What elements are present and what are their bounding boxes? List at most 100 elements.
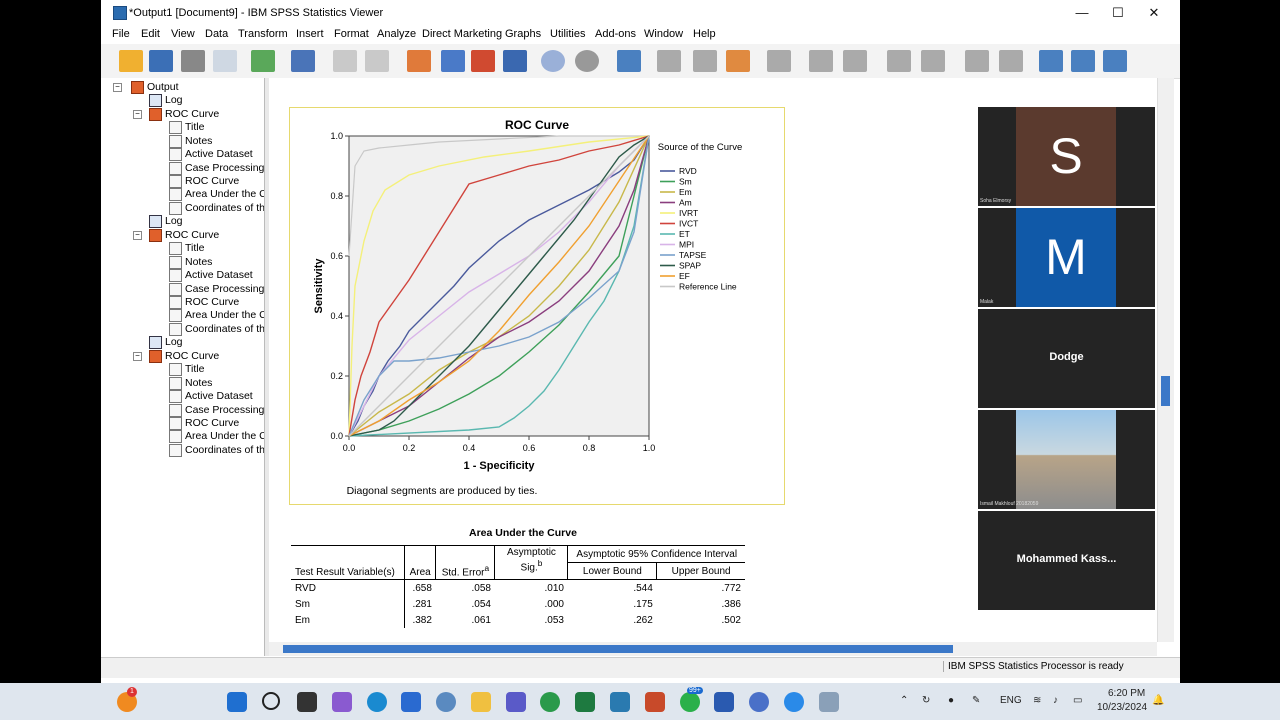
whatsapp-icon[interactable] [680,692,700,712]
print-icon[interactable] [181,50,205,72]
clock-date[interactable]: 10/23/2024 [1097,702,1147,713]
promote-icon[interactable] [809,50,833,72]
menu-transform[interactable]: Transform [238,28,288,40]
scroll-thumb[interactable] [283,645,953,653]
battery-icon[interactable]: ▭ [1073,695,1082,706]
collapse-toggle[interactable]: − [113,83,122,92]
variables-icon[interactable] [471,50,495,72]
menu-insert[interactable]: Insert [296,28,324,40]
menu-format[interactable]: Format [334,28,369,40]
start-icon[interactable] [227,692,247,712]
legend-label: Am [679,198,692,208]
redo-icon[interactable] [365,50,389,72]
hide-icon[interactable] [693,50,717,72]
photos-icon[interactable] [819,692,839,712]
task-view-icon[interactable] [297,692,317,712]
menu-analyze[interactable]: Analyze [377,28,416,40]
participant-tile[interactable]: Dodge [978,309,1155,408]
open-icon[interactable] [119,50,143,72]
col-header-lower-bound: Lower Bound [567,562,658,580]
x-tick-label: 0.0 [343,443,356,453]
demote-icon[interactable] [843,50,867,72]
search-icon[interactable] [262,692,280,710]
participant-tile[interactable]: S Soha Elmorsy [978,107,1155,206]
collapse-toggle[interactable]: − [133,110,142,119]
copilot-icon[interactable] [332,692,352,712]
teams-icon[interactable] [506,692,526,712]
legend-label: Sm [679,177,692,187]
notifications-icon[interactable]: 🔔 [1152,695,1164,706]
expand-icon[interactable] [887,50,911,72]
file-explorer-icon[interactable] [471,692,491,712]
insert-text-icon[interactable] [1071,50,1095,72]
export-icon[interactable] [251,50,275,72]
volume-icon[interactable]: ♪ [1053,695,1058,706]
table-row: Em .382 .061 .053 .262 .502 [291,612,745,628]
recall-dialog-icon[interactable] [291,50,315,72]
goto-case-icon[interactable] [441,50,465,72]
word-icon[interactable] [714,692,734,712]
powerpoint-icon[interactable] [645,692,665,712]
chrome-icon[interactable] [540,692,560,712]
x-tick-label: 0.2 [403,443,416,453]
menu-help[interactable]: Help [693,28,716,40]
script-icon[interactable] [726,50,750,72]
menu-direct-marketing[interactable]: Direct Marketing [422,28,502,40]
menu-file[interactable]: File [112,28,130,40]
network-app-icon[interactable] [610,692,630,712]
clock-time[interactable]: 6:20 PM [1108,688,1145,699]
value-labels-icon[interactable] [575,50,599,72]
excel-icon[interactable] [575,692,595,712]
menu-window[interactable]: Window [644,28,683,40]
outline-tree[interactable]: − Output Log − ROC Curve Title Notes Act… [101,78,265,656]
collapse-toggle[interactable]: − [133,231,142,240]
wifi-icon[interactable]: ≋ [1033,695,1041,706]
participant-tile[interactable]: Mohammed Kass... [978,511,1155,610]
close-button[interactable]: ✕ [1136,0,1172,26]
collapse-toggle[interactable]: − [133,352,142,361]
table-icon [169,148,182,161]
sync-icon[interactable]: ↻ [922,695,930,706]
menu-view[interactable]: View [171,28,195,40]
save-icon[interactable] [149,50,173,72]
goto-data-icon[interactable] [407,50,431,72]
language-indicator[interactable]: ENG [1000,695,1022,706]
horizontal-scrollbar[interactable] [269,642,1157,656]
output-book-icon [131,81,144,94]
hide-items-icon[interactable] [999,50,1023,72]
show-icon[interactable] [965,50,989,72]
spss-taskbar-icon[interactable] [436,692,456,712]
roc-chart-object[interactable]: ROC Curve 1 - Specificity Sensitivity Di… [289,107,785,505]
chrome-profile-icon[interactable] [749,692,769,712]
minimize-button[interactable]: — [1064,0,1100,26]
participant-tile[interactable]: Ismail Makhlouf 20182059 [978,410,1155,509]
edge-icon[interactable] [367,692,387,712]
undo-icon[interactable] [333,50,357,72]
insert-title-icon[interactable] [1039,50,1063,72]
chevron-up-icon[interactable]: ⌃ [900,695,908,706]
show-all-icon[interactable] [657,50,681,72]
table-icon [169,430,182,443]
menu-data[interactable]: Data [205,28,228,40]
split-file-icon[interactable] [503,50,527,72]
menu-utilities[interactable]: Utilities [550,28,585,40]
insert-heading-icon[interactable] [767,50,791,72]
scroll-thumb[interactable] [1161,376,1170,406]
print-preview-icon[interactable] [213,50,237,72]
vertical-scrollbar[interactable] [1157,78,1174,642]
menu-edit[interactable]: Edit [141,28,160,40]
menu-add-ons[interactable]: Add-ons [595,28,636,40]
store-icon[interactable] [401,692,421,712]
select-cases-icon[interactable] [541,50,565,72]
collapse-icon[interactable] [921,50,945,72]
x-axis-label: 1 - Specificity [464,460,536,472]
menu-graphs[interactable]: Graphs [505,28,541,40]
participant-tile[interactable]: M Malak [978,208,1155,307]
maximize-button[interactable]: ☐ [1100,0,1136,26]
zoom-icon[interactable] [784,692,804,712]
title-bar: *Output1 [Document9] - IBM SPSS Statisti… [101,0,1180,26]
insert-chart-icon[interactable] [1103,50,1127,72]
pen-icon[interactable]: ✎ [972,695,980,706]
designate-window-icon[interactable] [617,50,641,72]
microphone-icon[interactable]: ● [948,695,954,706]
